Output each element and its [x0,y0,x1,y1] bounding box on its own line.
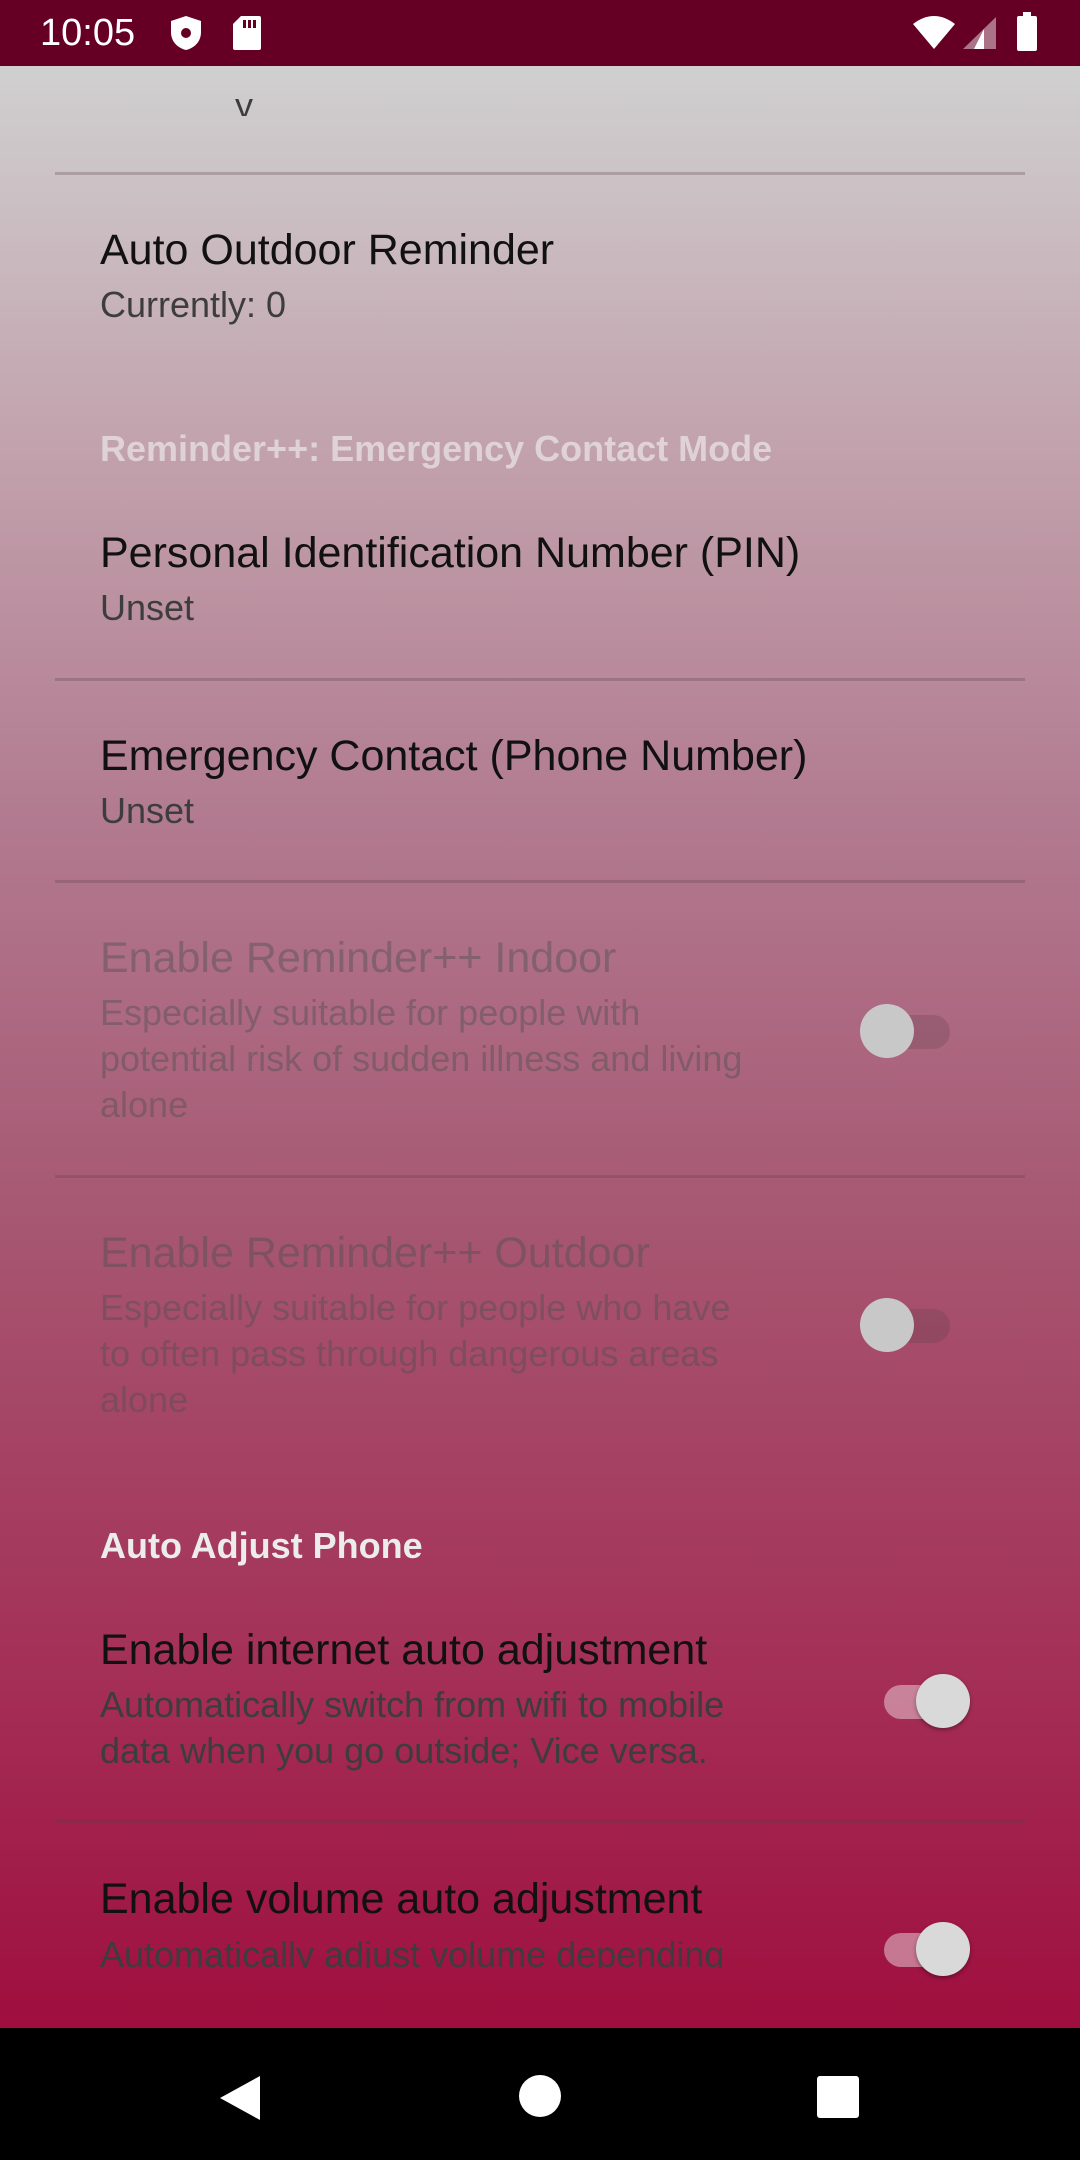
cell-signal-icon [962,16,998,55]
pref-title: Emergency Contact (Phone Number) [100,732,808,780]
pref-summary-line: to often pass through dangerous areas [100,1333,719,1374]
switch-thumb [860,1004,914,1058]
pref-summary-line: Automatically switch from wifi to mobile [100,1684,725,1725]
pref-summary-line: data when you go outside; Vice versa. [100,1730,708,1771]
pref-summary: Unset [100,587,195,628]
internet-auto-switch[interactable] [856,1664,970,1734]
section-header-emergency: Reminder++: Emergency Contact Mode [100,428,773,469]
pref-summary-line: Especially suitable for people with [100,992,641,1033]
pref-summary-line: alone [100,1379,189,1420]
switch-thumb [860,1298,914,1352]
reminder-indoor-switch[interactable] [860,994,970,1064]
divider [55,880,1025,883]
pref-title: Personal Identification Number (PIN) [100,529,801,577]
pref-summary-line: Especially suitable for people who have [100,1287,731,1328]
pref-title: Enable Reminder++ Outdoor [100,1229,650,1277]
back-icon[interactable] [214,2072,266,2129]
section-header-auto-adjust: Auto Adjust Phone [100,1525,423,1566]
shield-icon [168,14,204,57]
pref-title: Enable internet auto adjustment [100,1626,708,1674]
status-time: 10:05 [40,12,136,54]
wifi-icon [912,16,956,55]
navigation-bar [0,2028,1080,2160]
pref-summary: Unset [100,790,195,831]
cut-off-summary: y [235,96,253,116]
recents-icon[interactable] [816,2075,860,2124]
sd-card-icon [232,14,262,57]
switch-thumb [916,1922,970,1976]
pref-summary-line: potential risk of sudden illness and liv… [100,1038,743,1079]
pref-summary-line: Automatically adjust volume depending [100,1934,725,1968]
switch-thumb [916,1674,970,1728]
battery-icon [1016,12,1038,57]
status-bar: 10:05 [0,0,1080,66]
settings-list[interactable]: y Auto Outdoor Reminder Currently: 0 Rem… [0,66,1080,2028]
divider [55,1175,1025,1178]
home-icon[interactable] [518,2074,562,2123]
pref-title: Enable volume auto adjustment [100,1875,703,1923]
pref-title: Auto Outdoor Reminder [100,226,555,274]
pref-summary-line: alone [100,1084,189,1125]
reminder-outdoor-switch[interactable] [860,1288,970,1358]
pref-summary: Currently: 0 [100,284,287,325]
divider [55,172,1025,175]
divider [55,1820,1025,1823]
divider [55,678,1025,681]
volume-auto-switch[interactable] [856,1912,970,1982]
pref-title: Enable Reminder++ Indoor [100,934,617,982]
